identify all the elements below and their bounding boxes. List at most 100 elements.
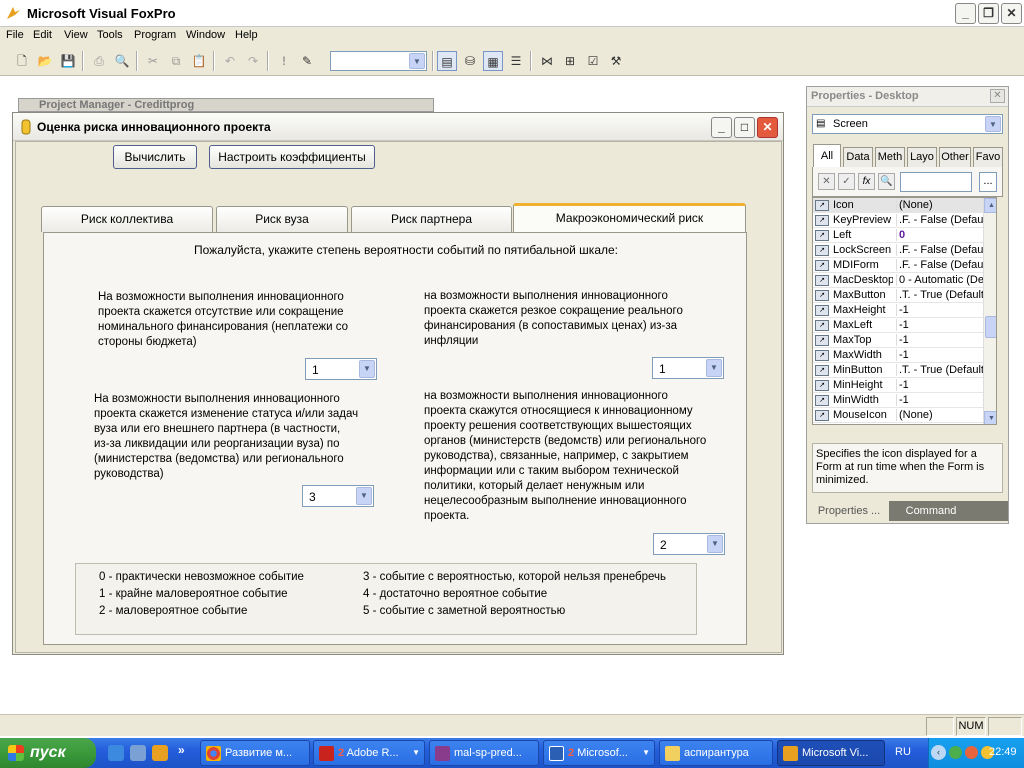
form-maximize-button[interactable]: □ (734, 117, 755, 138)
chevron-down-icon[interactable]: ▼ (409, 53, 425, 69)
calculate-button[interactable]: Вычислить (113, 145, 197, 169)
task-visual-foxpro[interactable]: Microsoft Vi... (777, 740, 885, 766)
property-row[interactable]: ↗MacDesktop0 - Automatic (Default) (813, 273, 984, 288)
task-list-icon[interactable]: ☑ (583, 51, 603, 71)
tray-expand-icon[interactable]: ‹ (931, 745, 946, 760)
language-indicator[interactable]: RU (895, 746, 911, 758)
property-row[interactable]: ↗ MaxHeight -1 (813, 303, 983, 318)
foxpro-quicklaunch-icon[interactable] (152, 745, 168, 761)
accept-icon[interactable]: ✓ (838, 173, 855, 190)
redo-icon[interactable]: ↷ (243, 51, 263, 71)
properties-close-button[interactable]: ✕ (990, 89, 1005, 103)
question-3-dropdown[interactable]: 3 ▼ (302, 485, 374, 507)
cut-icon[interactable]: ✂ (143, 51, 163, 71)
ie-icon[interactable] (108, 745, 124, 761)
property-row[interactable]: ↗ MaxButton .T. - True (Default) (813, 288, 984, 303)
save-icon[interactable]: 💾 (58, 51, 78, 71)
paste-icon[interactable]: 📋 (189, 51, 209, 71)
new-icon[interactable]: 🗋 (12, 51, 32, 71)
property-row[interactable]: ↗ MDIForm .F. - False (Default) (813, 258, 984, 273)
scroll-thumb[interactable] (985, 316, 996, 338)
menu-program[interactable]: Program (134, 29, 176, 41)
copy-icon[interactable]: ⧉ (166, 51, 186, 71)
task-chrome[interactable]: Развитие м... (200, 740, 310, 766)
chevron-down-icon[interactable]: ▼ (985, 116, 1001, 132)
start-button[interactable]: пуск (0, 738, 96, 768)
question-2-dropdown[interactable]: 1 ▼ (652, 357, 724, 379)
task-microsoft-word[interactable]: 2 Microsof... ▼ (543, 740, 655, 766)
tab-favorites[interactable]: Favo (973, 147, 1003, 167)
property-row[interactable]: ↗ KeyPreview .F. - False (Default) (813, 213, 984, 228)
menu-help[interactable]: Help (235, 29, 258, 41)
tab-macroeconomic-risk[interactable]: Макроэкономический риск (513, 203, 746, 233)
chevron-down-icon[interactable]: ▼ (707, 535, 723, 553)
menu-tools[interactable]: Tools (97, 29, 123, 41)
tab-all[interactable]: All (813, 144, 841, 167)
property-row[interactable]: ↗ MinButton .T. - True (Default) (813, 363, 984, 378)
configure-coefficients-button[interactable]: Настроить коэффициенты (209, 145, 375, 169)
property-row[interactable]: ↗ Icon (None) (813, 198, 983, 213)
security-icon[interactable] (965, 746, 978, 759)
property-row[interactable]: ↗ MouseIcon (None) (813, 408, 983, 423)
class-browser-icon[interactable]: ⋈ (537, 51, 557, 71)
object-browser-icon[interactable]: ⊞ (560, 51, 580, 71)
chevron-down-icon[interactable]: ▼ (706, 359, 722, 377)
properties-window-icon[interactable]: ▦ (483, 51, 503, 71)
task-adobe-reader[interactable]: 2 Adobe R... ▼ (313, 740, 425, 766)
minimize-button[interactable]: _ (955, 3, 976, 24)
property-list-scrollbar[interactable]: ▲ ▼ (983, 198, 996, 424)
property-row[interactable]: ↗ MinHeight -1 (813, 378, 983, 393)
ellipsis-button[interactable]: ... (979, 172, 997, 192)
menu-view[interactable]: View (64, 29, 88, 41)
data-session-icon[interactable]: ⛁ (460, 51, 480, 71)
chevron-down-icon[interactable]: ▼ (359, 360, 375, 378)
restore-button[interactable]: ❐ (978, 3, 999, 24)
scroll-up-icon[interactable]: ▲ (984, 198, 996, 213)
property-row[interactable]: ↗ MaxTop -1 (813, 333, 983, 348)
tab-partner-risk[interactable]: Риск партнера (351, 206, 512, 232)
tab-university-risk[interactable]: Риск вуза (216, 206, 348, 232)
chevron-down-icon[interactable]: ▼ (356, 487, 372, 505)
run-icon[interactable]: ! (274, 51, 294, 71)
more-icon[interactable]: » (178, 743, 185, 757)
question-4-dropdown[interactable]: 2 ▼ (653, 533, 725, 555)
menu-window[interactable]: Window (186, 29, 225, 41)
tab-command[interactable]: Command (891, 501, 971, 521)
open-icon[interactable]: 📂 (35, 51, 55, 71)
print-icon[interactable]: ⎙ (89, 51, 109, 71)
close-button[interactable]: ✕ (1001, 3, 1022, 24)
property-row[interactable]: ↗ LockScreen .F. - False (Default) (813, 243, 984, 258)
object-selector[interactable]: ▤ Screen ▼ (812, 114, 1003, 134)
function-icon[interactable]: fx (858, 173, 875, 190)
project-manager-window[interactable]: Project Manager - Credittprog (18, 98, 434, 112)
tab-other[interactable]: Other (939, 147, 971, 167)
tab-methods[interactable]: Meth (875, 147, 905, 167)
tab-team-risk[interactable]: Риск коллектива (41, 206, 213, 232)
question-1-dropdown[interactable]: 1 ▼ (305, 358, 377, 380)
property-row[interactable]: ↗ MaxWidth -1 (813, 348, 983, 363)
code-window-icon[interactable]: ☰ (506, 51, 526, 71)
task-folder[interactable]: аспирантура (659, 740, 773, 766)
task-winrar[interactable]: mal-sp-pred... (429, 740, 539, 766)
show-desktop-icon[interactable] (130, 745, 146, 761)
zoom-icon[interactable]: 🔍 (878, 173, 895, 190)
network-icon[interactable] (949, 746, 962, 759)
undo-icon[interactable]: ↶ (220, 51, 240, 71)
form-minimize-button[interactable]: _ (711, 117, 732, 138)
tab-data[interactable]: Data (843, 147, 873, 167)
property-value-input[interactable] (900, 172, 972, 192)
menu-edit[interactable]: Edit (33, 29, 52, 41)
print-preview-icon[interactable]: 🔍 (112, 51, 132, 71)
command-window-icon[interactable]: ▤ (437, 51, 457, 71)
scroll-down-icon[interactable]: ▼ (984, 411, 996, 424)
tab-layout[interactable]: Layo (907, 147, 937, 167)
property-row[interactable]: ↗ MinWidth -1 (813, 393, 983, 408)
toolbar-combo[interactable]: ▼ (330, 51, 427, 71)
form-close-button[interactable]: ✕ (757, 117, 778, 138)
menu-file[interactable]: File (6, 29, 24, 41)
tab-properties[interactable]: Properties ... (809, 501, 889, 521)
modify-form-icon[interactable]: ✎ (297, 51, 317, 71)
property-row[interactable]: ↗ MaxLeft -1 (813, 318, 983, 333)
property-row[interactable]: ↗ Left 0 (813, 228, 983, 243)
toolbox-icon[interactable]: ⚒ (606, 51, 626, 71)
